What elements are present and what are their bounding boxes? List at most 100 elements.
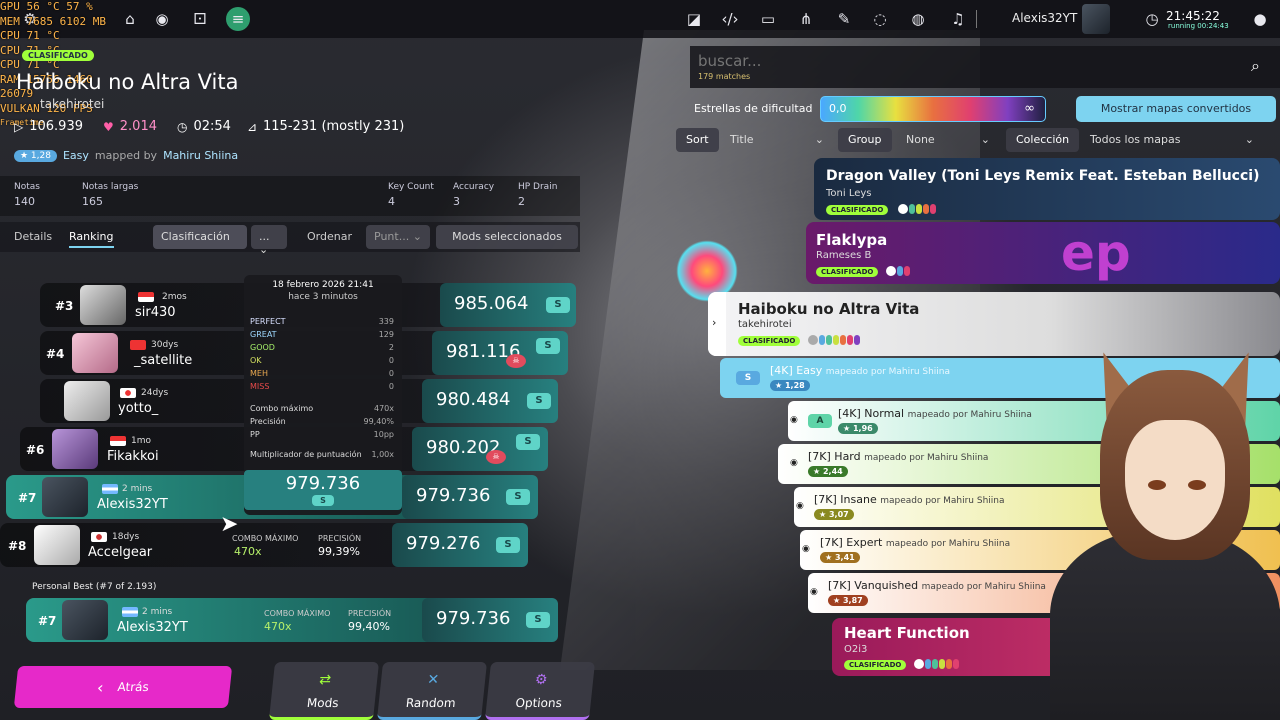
judgement-value: 0 [388,356,394,365]
collection-value: Todos los mapas [1090,133,1181,146]
profile-icon[interactable]: ◉ [150,7,174,31]
star-filter: Estrellas de dificultad 0,0 ∞ Mostrar ma… [676,96,1280,122]
mods-button[interactable]: ⇄ Mods [268,662,380,720]
edit-icon[interactable]: ✎ [832,7,856,31]
accuracy-label: PRECISIÓN [318,534,362,543]
accuracy-value: 3 [453,195,460,208]
player-name[interactable]: Alexis32YT [117,620,188,635]
accuracy-label: PRECISIÓN [348,609,392,618]
code-icon[interactable]: ‹/› [718,7,742,31]
scope-dropdown[interactable]: Clasificación [153,225,247,249]
ranked-badge: CLASIFICADO [816,267,879,277]
mapper-name[interactable]: Mahiru Shiina [163,149,238,162]
accuracy-value: 99,39% [318,545,360,558]
beatmap-card[interactable]: Flaklypa Rameses B CLASIFICADO ep [806,222,1280,284]
chevron-down-icon: ⌄ [259,243,269,256]
difficulty-line: ★ 1,28 Easy mapped by Mahiru Shiina [14,149,238,162]
multiplier-value: 1,00x [371,450,394,459]
tree-icon[interactable]: ⋔ [794,7,818,31]
rank: #4 [46,347,65,361]
tab-ranking[interactable]: Ranking [69,230,114,248]
player-name[interactable]: Alexis32YT [97,497,168,512]
player-name[interactable]: Fikakkoi [107,449,159,464]
eye-right [1188,480,1206,490]
rank: #8 [8,539,27,553]
score-date: 18 febrero 2026 21:41 [272,280,374,290]
difficulty-name: [7K] Expert mapeado por Mahiru Shiina [820,536,1010,549]
song-artist: takehirotei [40,97,105,111]
combo-value: 470x [373,404,394,413]
radio-icon: ◉ [810,587,818,597]
radio-icon: ◉ [790,415,798,425]
options-button[interactable]: ⚙ Options [484,662,596,720]
player-name[interactable]: sir430 [135,305,176,320]
hp-label: HP Drain [518,182,558,192]
difficulty-name: Easy [62,149,89,162]
beatmap-artist: takehirotei [738,319,792,330]
music-icon[interactable]: ♫ [946,7,970,31]
song-stats: ▷ 106.939 ♥ 2.014 ◷ 02:54 ⊿ 115-231 (mos… [14,119,404,134]
country-flag [138,292,154,302]
sort-dropdown[interactable]: Punt... ⌄ [366,225,430,249]
sort-dropdown[interactable]: Title ⌄ [720,128,830,152]
beatmap-card[interactable]: Dragon Valley (Toni Leys Remix Feat. Est… [814,158,1280,220]
avatar [52,429,98,469]
selected-mods-button[interactable]: Mods seleccionados [436,225,578,249]
options-label: Options [514,696,563,710]
score-time: 1mo [131,436,151,446]
grade-badge: S [736,371,760,385]
tab-details[interactable]: Details [14,230,52,243]
avatar [34,525,80,565]
chevron-down-icon: ⌄ [1244,133,1254,146]
difficulty-name: [7K] Vanquished mapeado por Mahiru Shiin… [828,579,1046,592]
notifications-icon[interactable]: ● [1248,7,1272,31]
globe-icon[interactable]: ◍ [906,7,930,31]
running-time: running 00:24:43 [1168,22,1229,30]
player-name[interactable]: yotto_ [118,401,158,416]
equalizer-icon[interactable]: ≡ [226,7,250,31]
player-name[interactable]: Accelgear [88,545,152,560]
judgement-value: 0 [388,369,394,378]
chevron-down-icon: ⌄ [412,230,422,243]
song-title: Haiboku no Altra Vita [16,70,239,94]
beatmap-card-selected[interactable]: › Haiboku no Altra Vita takehirotei CLAS… [708,292,1280,356]
back-button[interactable]: ‹ Atrás [13,666,233,708]
pp-value: 10pp [373,430,394,439]
score-time: 2 mins [142,607,173,617]
difficulty-name: [4K] Normal mapeado por Mahiru Shiina [838,407,1032,420]
player-name[interactable]: _satellite [134,353,192,368]
difficulty-dots [886,266,910,276]
keycount-value: 4 [388,195,395,208]
more-label: ... [259,230,270,243]
sort-value: Punt... [374,230,410,243]
username[interactable]: Alexis32YT [1012,11,1077,25]
comment-icon[interactable]: ◌ [868,7,892,31]
mapper-label: mapeado por Mahiru Shiina [921,582,1046,592]
beatmap-artist: O2i3 [844,644,868,655]
rss-icon[interactable]: ◪ [682,7,706,31]
show-converted-toggle[interactable]: Mostrar mapas convertidos [1076,96,1276,122]
group-dropdown[interactable]: None ⌄ [896,128,996,152]
grade-badge: S [527,393,551,409]
user-avatar[interactable] [1082,4,1110,34]
avatar [72,333,118,373]
tooltip-score: 979.736 S [244,470,402,510]
favourite-count: 2.014 [119,119,157,134]
judgement-label: GOOD [250,343,275,352]
search-input[interactable] [698,52,1198,70]
notes-label: Notas [14,182,40,192]
combo-value: 470x [264,620,292,633]
star-range-slider[interactable]: 0,0 ∞ [820,96,1046,122]
tooltip-score-value: 979.736 [285,473,361,494]
combo-label: COMBO MÁXIMO [264,609,331,618]
overlay-line: CPU 71 °C [0,29,60,42]
chat-window-icon[interactable]: ▭ [756,7,780,31]
judgement-label: PERFECT [250,317,286,326]
collection-dropdown[interactable]: Todos los mapas ⌄ [1080,128,1260,152]
more-dropdown[interactable]: ... ⌄ [251,225,287,256]
rank: #3 [55,299,74,313]
search-icon[interactable]: ⌕ [1251,56,1260,76]
dice-icon[interactable]: ⚀ [188,7,212,31]
random-button[interactable]: ✕ Random [376,662,488,720]
accuracy-label: Accuracy [453,182,495,192]
